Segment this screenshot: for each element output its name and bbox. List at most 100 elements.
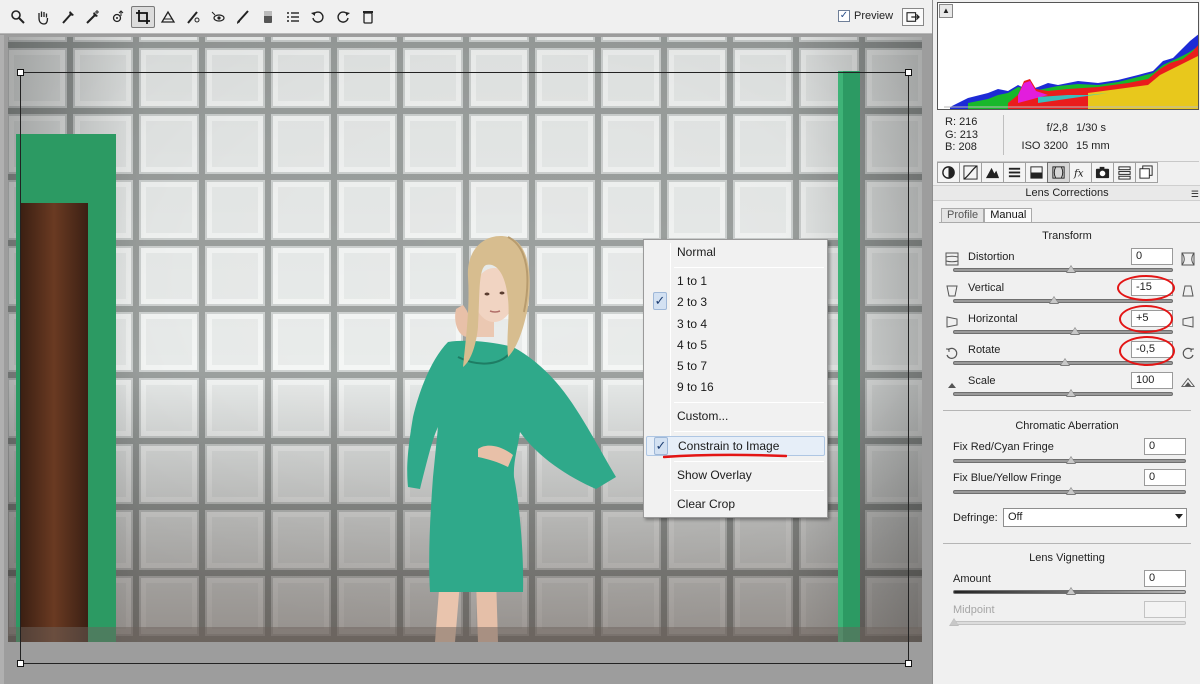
histogram-graph bbox=[938, 3, 1198, 109]
menu-separator bbox=[674, 402, 824, 403]
tab-manual[interactable]: Manual bbox=[984, 208, 1033, 223]
tone-curve-icon[interactable] bbox=[959, 162, 982, 183]
camera-calibration-icon[interactable] bbox=[1091, 162, 1114, 183]
horizontal-keystone-icon bbox=[1182, 316, 1194, 328]
menu-item-4-to-5[interactable]: 4 to 5 bbox=[646, 335, 825, 355]
menu-item-2-to-3[interactable]: ✓ 2 to 3 bbox=[646, 292, 825, 312]
menu-item-3-to-4[interactable]: 3 to 4 bbox=[646, 314, 825, 334]
shadow-clipping-toggle[interactable]: ▲ bbox=[939, 4, 953, 18]
toolbar: ✓ Preview bbox=[0, 0, 932, 34]
menu-item-label: 5 to 7 bbox=[677, 359, 708, 373]
vertical-thumb[interactable] bbox=[1049, 296, 1059, 304]
menu-item-1-to-1[interactable]: 1 to 1 bbox=[646, 271, 825, 291]
menu-item-normal[interactable]: Normal bbox=[646, 242, 825, 262]
vertical-keystone-icon bbox=[1182, 285, 1194, 297]
straighten-icon[interactable] bbox=[156, 6, 180, 28]
menu-item-custom[interactable]: Custom... bbox=[646, 406, 825, 426]
trash-icon[interactable] bbox=[356, 6, 380, 28]
basic-icon[interactable] bbox=[937, 162, 960, 183]
distortion-label: Distortion bbox=[968, 251, 1015, 263]
scale-value[interactable]: 100 bbox=[1131, 372, 1173, 389]
red-eye-icon[interactable] bbox=[206, 6, 230, 28]
distortion-thumb[interactable] bbox=[1066, 265, 1076, 273]
amount-label: Amount bbox=[953, 573, 991, 585]
annotation-circle-vertical bbox=[1117, 275, 1175, 301]
horizontal-thumb[interactable] bbox=[1070, 327, 1080, 335]
iso: ISO 3200 bbox=[1021, 140, 1068, 152]
svg-text:fx: fx bbox=[1073, 167, 1084, 179]
section-divider bbox=[943, 543, 1191, 544]
blue-yellow-thumb[interactable] bbox=[1066, 487, 1076, 495]
rotate-thumb[interactable] bbox=[1060, 358, 1070, 366]
subtab-divider bbox=[939, 222, 1200, 223]
distortion-value[interactable]: 0 bbox=[1131, 248, 1173, 265]
scale-large-icon bbox=[1181, 377, 1195, 387]
scale-small-icon bbox=[948, 383, 956, 388]
focal-length: 15 mm bbox=[1076, 140, 1110, 152]
rotate-ccw-icon[interactable] bbox=[306, 6, 330, 28]
midpoint-label: Midpoint bbox=[953, 604, 995, 616]
panel-title-text: Lens Corrections bbox=[1025, 187, 1109, 199]
amount-thumb[interactable] bbox=[1066, 587, 1076, 595]
preferences-icon[interactable] bbox=[281, 6, 305, 28]
tab-profile[interactable]: Profile bbox=[941, 208, 985, 223]
aperture: f/2,8 bbox=[1046, 122, 1068, 134]
menu-item-show-overlay[interactable]: Show Overlay bbox=[646, 465, 825, 485]
menu-separator bbox=[674, 490, 824, 491]
lens-corrections-icon[interactable] bbox=[1047, 162, 1070, 183]
blue-yellow-value[interactable]: 0 bbox=[1144, 469, 1186, 486]
chromatic-title: Chromatic Aberration bbox=[1015, 420, 1119, 432]
red-cyan-thumb[interactable] bbox=[1066, 456, 1076, 464]
menu-item-5-to-7[interactable]: 5 to 7 bbox=[646, 356, 825, 376]
menu-item-9-to-16[interactable]: 9 to 16 bbox=[646, 377, 825, 397]
b-value: 208 bbox=[958, 141, 977, 153]
distortion-slider[interactable] bbox=[953, 268, 1173, 272]
scale-slider[interactable] bbox=[953, 392, 1173, 396]
adjustment-brush-icon[interactable] bbox=[231, 6, 255, 28]
presets-icon[interactable] bbox=[1113, 162, 1136, 183]
check-icon: ✓ bbox=[653, 292, 667, 310]
graduated-filter-icon[interactable] bbox=[256, 6, 280, 28]
menu-item-label: Normal bbox=[677, 245, 716, 259]
menu-item-label: Custom... bbox=[677, 409, 729, 423]
r-value: 216 bbox=[959, 116, 978, 128]
preview-checkbox[interactable]: ✓ bbox=[838, 10, 850, 22]
crop-icon[interactable] bbox=[131, 6, 155, 28]
snapshots-icon[interactable] bbox=[1135, 162, 1158, 183]
menu-item-label: 1 to 1 bbox=[677, 274, 708, 288]
annotation-circle-rotate bbox=[1119, 336, 1175, 366]
menu-item-label: 3 to 4 bbox=[677, 317, 708, 331]
menu-separator bbox=[674, 461, 824, 462]
panel-menu-icon[interactable]: ☰ bbox=[1191, 187, 1199, 202]
menu-item-label: Constrain to Image bbox=[678, 439, 780, 453]
zoom-icon[interactable] bbox=[6, 6, 30, 28]
color-sampler-icon[interactable] bbox=[81, 6, 105, 28]
scale-thumb[interactable] bbox=[1066, 389, 1076, 397]
menu-item-constrain-to-image[interactable]: ✓ Constrain to Image bbox=[646, 436, 825, 456]
rotate-cw-icon[interactable] bbox=[331, 6, 355, 28]
detail-icon[interactable] bbox=[981, 162, 1004, 183]
readout-divider bbox=[1003, 115, 1004, 155]
target-adjustment-icon[interactable] bbox=[106, 6, 130, 28]
g-value: 213 bbox=[959, 128, 979, 141]
hand-icon[interactable] bbox=[31, 6, 55, 28]
preview-toggle[interactable]: ✓ Preview bbox=[838, 10, 893, 22]
defringe-select[interactable]: Off bbox=[1003, 508, 1187, 527]
vignetting-title: Lens Vignetting bbox=[1029, 552, 1105, 564]
fullscreen-button[interactable] bbox=[902, 8, 924, 26]
distortion-icon bbox=[945, 252, 959, 266]
amount-value[interactable]: 0 bbox=[1144, 570, 1186, 587]
hsl-icon[interactable] bbox=[1003, 162, 1026, 183]
vertical-icon bbox=[946, 285, 958, 297]
effects-icon[interactable]: fx bbox=[1069, 162, 1092, 183]
spot-removal-icon[interactable] bbox=[181, 6, 205, 28]
defringe-label: Defringe: bbox=[953, 512, 998, 524]
crop-ratio-menu: Normal 1 to 1 ✓ 2 to 3 3 to 4 4 to 5 5 to… bbox=[643, 239, 828, 518]
red-cyan-value[interactable]: 0 bbox=[1144, 438, 1186, 455]
split-toning-icon[interactable] bbox=[1025, 162, 1048, 183]
menu-item-clear-crop[interactable]: Clear Crop bbox=[646, 494, 825, 514]
g-label: G: bbox=[945, 128, 957, 141]
midpoint-value bbox=[1144, 601, 1186, 618]
horizontal-label: Horizontal bbox=[968, 313, 1018, 325]
white-balance-icon[interactable] bbox=[56, 6, 80, 28]
